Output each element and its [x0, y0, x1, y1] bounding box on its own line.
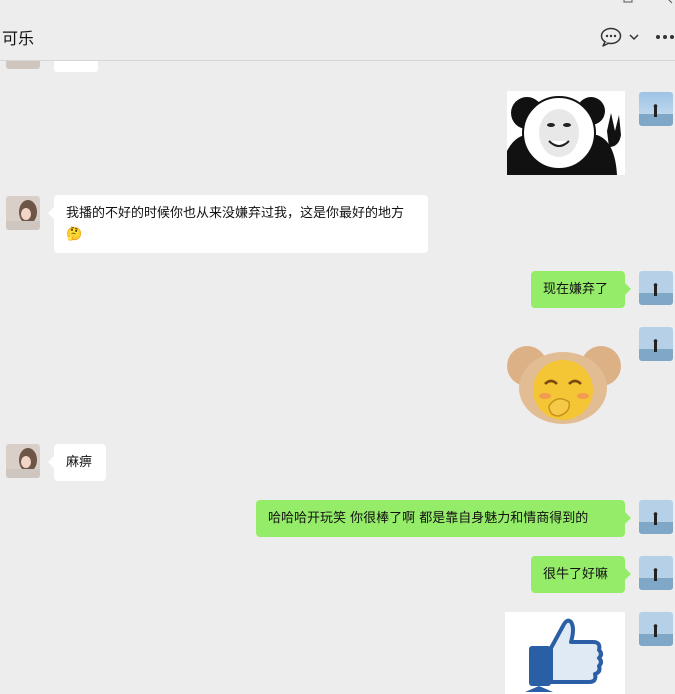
incoming-message[interactable]: 麻痹	[48, 444, 106, 481]
chevron-down-icon[interactable]	[628, 32, 640, 42]
outgoing-message[interactable]: 很牛了好嘛	[531, 556, 631, 593]
message-text: 哈哈哈开玩笑 你很棒了啊 都是靠自身魅力和情商得到的	[268, 511, 589, 526]
message-list[interactable]: 我播的不好的时候你也从来没嫌弃过我，这是你最好的地方 🤔 现在嫌弃了 麻痹 哈哈哈…	[0, 61, 675, 694]
contact-avatar[interactable]	[6, 444, 40, 478]
thumbs-up-sticker[interactable]	[505, 612, 625, 694]
self-avatar[interactable]	[639, 271, 673, 305]
contact-avatar[interactable]	[6, 196, 40, 230]
chat-bubble-icon[interactable]	[600, 27, 622, 47]
self-avatar[interactable]	[639, 556, 673, 590]
chat-header: 可乐	[0, 8, 675, 61]
panda-sticker[interactable]	[507, 91, 625, 175]
chat-title: 可乐	[2, 29, 35, 48]
message-text: 现在嫌弃了	[543, 282, 609, 297]
message-text: 很牛了好嘛	[543, 567, 609, 582]
self-avatar[interactable]	[639, 327, 673, 361]
minimize-icon[interactable]: ⁻	[0, 0, 5, 7]
self-avatar[interactable]	[639, 612, 673, 646]
contact-avatar[interactable]	[6, 61, 40, 69]
bear-emoji-sticker[interactable]	[505, 336, 625, 426]
self-avatar[interactable]	[639, 92, 673, 126]
incoming-message[interactable]: 我播的不好的时候你也从来没嫌弃过我，这是你最好的地方 🤔	[48, 195, 428, 253]
message-text: 我播的不好的时候你也从来没嫌弃过我，这是你最好的地方	[66, 206, 405, 221]
window-titlebar: ⁻	[0, 0, 675, 8]
outgoing-message[interactable]: 哈哈哈开玩笑 你很棒了啊 都是靠自身魅力和情商得到的	[256, 500, 631, 537]
close-icon[interactable]	[664, 0, 674, 4]
outgoing-message[interactable]: 现在嫌弃了	[531, 271, 631, 308]
self-avatar[interactable]	[639, 500, 673, 534]
message-text: 麻痹	[66, 455, 93, 470]
emoji-sticker[interactable]	[54, 61, 98, 72]
maximize-icon[interactable]	[623, 0, 633, 4]
more-icon[interactable]	[655, 34, 675, 40]
thinking-face-emoji: 🤔	[66, 227, 83, 242]
